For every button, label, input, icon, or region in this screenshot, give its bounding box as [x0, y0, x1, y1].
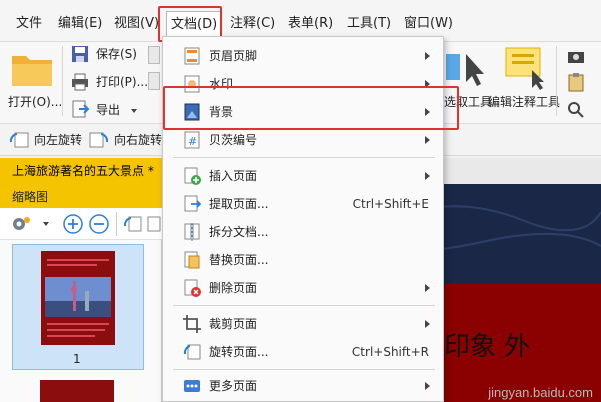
menu-edit[interactable]: 编辑(E) — [54, 14, 106, 34]
save-button[interactable]: 保存(S) — [96, 46, 137, 62]
thumbnail-toolbar — [0, 208, 162, 240]
scan-icon[interactable] — [148, 72, 160, 90]
extract-pages-icon — [184, 195, 201, 212]
edit-annotation-icon — [505, 47, 544, 90]
menu-item-shortcut: Ctrl+Shift+E — [352, 197, 429, 211]
menu-item-delete-pages[interactable]: 删除页面 — [163, 275, 443, 301]
export-button[interactable]: 导出 — [96, 102, 120, 118]
submenu-arrow-icon — [425, 382, 430, 390]
bates-numbering-icon: # — [184, 131, 200, 149]
split-document-icon — [184, 223, 200, 241]
gear-icon[interactable] — [10, 214, 32, 234]
rotate-pages-icon — [183, 344, 201, 360]
page-1-thumbnail-image — [41, 251, 115, 345]
menu-separator — [173, 369, 435, 370]
menu-view[interactable]: 视图(V) — [110, 14, 163, 34]
clipboard-icon[interactable] — [566, 72, 586, 92]
thumbnail-panel-title: 缩略图 — [12, 190, 49, 204]
page-number-label: 1 — [73, 352, 81, 366]
menu-window[interactable]: 窗口(W) — [400, 14, 457, 34]
export-dropdown-arrow-icon[interactable] — [131, 109, 137, 113]
highlight-box-background-item — [163, 86, 459, 130]
menu-item-bates-numbering[interactable]: # 贝茨编号 — [163, 127, 443, 153]
menu-separator — [173, 157, 435, 158]
rotate-right-button[interactable]: 向右旋转 — [114, 132, 162, 148]
menu-item-shortcut: Ctrl+Shift+R — [351, 345, 429, 359]
delete-pages-icon — [184, 279, 201, 297]
email-icon[interactable] — [148, 46, 160, 64]
rotate-left-button[interactable]: 向左旋转 — [34, 132, 82, 148]
find-icon[interactable] — [566, 100, 586, 120]
menu-form[interactable]: 表单(R) — [284, 14, 337, 34]
submenu-arrow-icon — [425, 172, 430, 180]
rotate-right-icon — [89, 132, 109, 148]
menu-item-label: 插入页面 — [209, 169, 258, 183]
ribbon-divider — [62, 46, 63, 116]
menu-tools[interactable]: 工具(T) — [343, 14, 395, 34]
menu-item-label: 更多页面 — [209, 379, 258, 393]
thumb-rotate-right-icon[interactable] — [146, 213, 162, 235]
edit-annotation-tool-button[interactable]: 编辑注释工具 — [488, 94, 560, 110]
open-button[interactable]: 打开(O)... — [8, 94, 62, 110]
print-icon — [72, 73, 88, 91]
menu-item-label: 裁剪页面 — [209, 317, 258, 331]
chevron-down-icon[interactable] — [43, 222, 49, 226]
submenu-arrow-icon — [425, 284, 430, 292]
menu-item-replace-pages[interactable]: 替换页面... — [163, 247, 443, 273]
menu-separator — [173, 305, 435, 306]
ribbon-divider — [556, 46, 557, 116]
insert-page-icon — [184, 167, 201, 185]
menu-file[interactable]: 文件 — [12, 14, 46, 34]
more-pages-icon — [184, 380, 200, 392]
menu-item-rotate-pages[interactable]: 旋转页面... Ctrl+Shift+R — [163, 339, 443, 365]
thumbnail-panel: 缩略图 1 — [0, 184, 162, 402]
open-folder-icon[interactable] — [10, 48, 56, 88]
rotate-left-icon — [9, 132, 29, 148]
menu-item-label: 替换页面... — [209, 253, 269, 267]
menu-item-label: 页眉页脚 — [209, 49, 258, 63]
menu-item-label: 删除页面 — [209, 281, 258, 295]
camera-icon[interactable] — [566, 46, 586, 66]
page-thumbnail-selected[interactable]: 1 — [12, 244, 144, 370]
menu-item-crop-pages[interactable]: 裁剪页面 — [163, 311, 443, 337]
zoom-out-icon[interactable] — [88, 213, 110, 235]
menu-item-header-footer[interactable]: 页眉页脚 — [163, 43, 443, 69]
watermark-text: jingyan.baidu.com — [488, 385, 593, 400]
export-icon — [72, 100, 90, 118]
menu-item-label: 旋转页面... — [209, 345, 269, 359]
replace-pages-icon — [184, 251, 200, 269]
menu-item-extract-pages[interactable]: 提取页面... Ctrl+Shift+E — [163, 191, 443, 217]
menu-comment[interactable]: 注释(C) — [226, 14, 279, 34]
submenu-arrow-icon — [425, 52, 430, 60]
toolbar-divider — [116, 212, 117, 236]
thumb-rotate-left-icon[interactable] — [122, 213, 144, 235]
menu-item-label: 拆分文档... — [209, 225, 269, 239]
select-tool-icon — [446, 54, 484, 86]
svg-text:#: # — [188, 135, 197, 148]
menu-item-more-pages[interactable]: 更多页面 — [163, 373, 443, 399]
crop-pages-icon — [183, 315, 201, 333]
document-tab[interactable]: 上海旅游著名的五大景点 * — [0, 158, 162, 184]
thumbnail-panel-header: 缩略图 — [0, 184, 162, 208]
print-button[interactable]: 打印(P)... — [96, 74, 148, 90]
menu-item-insert-page[interactable]: 插入页面 — [163, 163, 443, 189]
submenu-arrow-icon — [425, 136, 430, 144]
save-icon — [72, 46, 88, 62]
page-2-thumbnail-image[interactable] — [40, 378, 114, 402]
menu-item-split-document[interactable]: 拆分文档... — [163, 219, 443, 245]
menu-item-label: 提取页面... — [209, 197, 269, 211]
header-footer-icon — [184, 47, 200, 65]
menu-item-label: 贝茨编号 — [209, 133, 258, 147]
submenu-arrow-icon — [425, 320, 430, 328]
document-body-text: 印象 外 — [444, 332, 531, 362]
zoom-in-icon[interactable] — [62, 213, 84, 235]
